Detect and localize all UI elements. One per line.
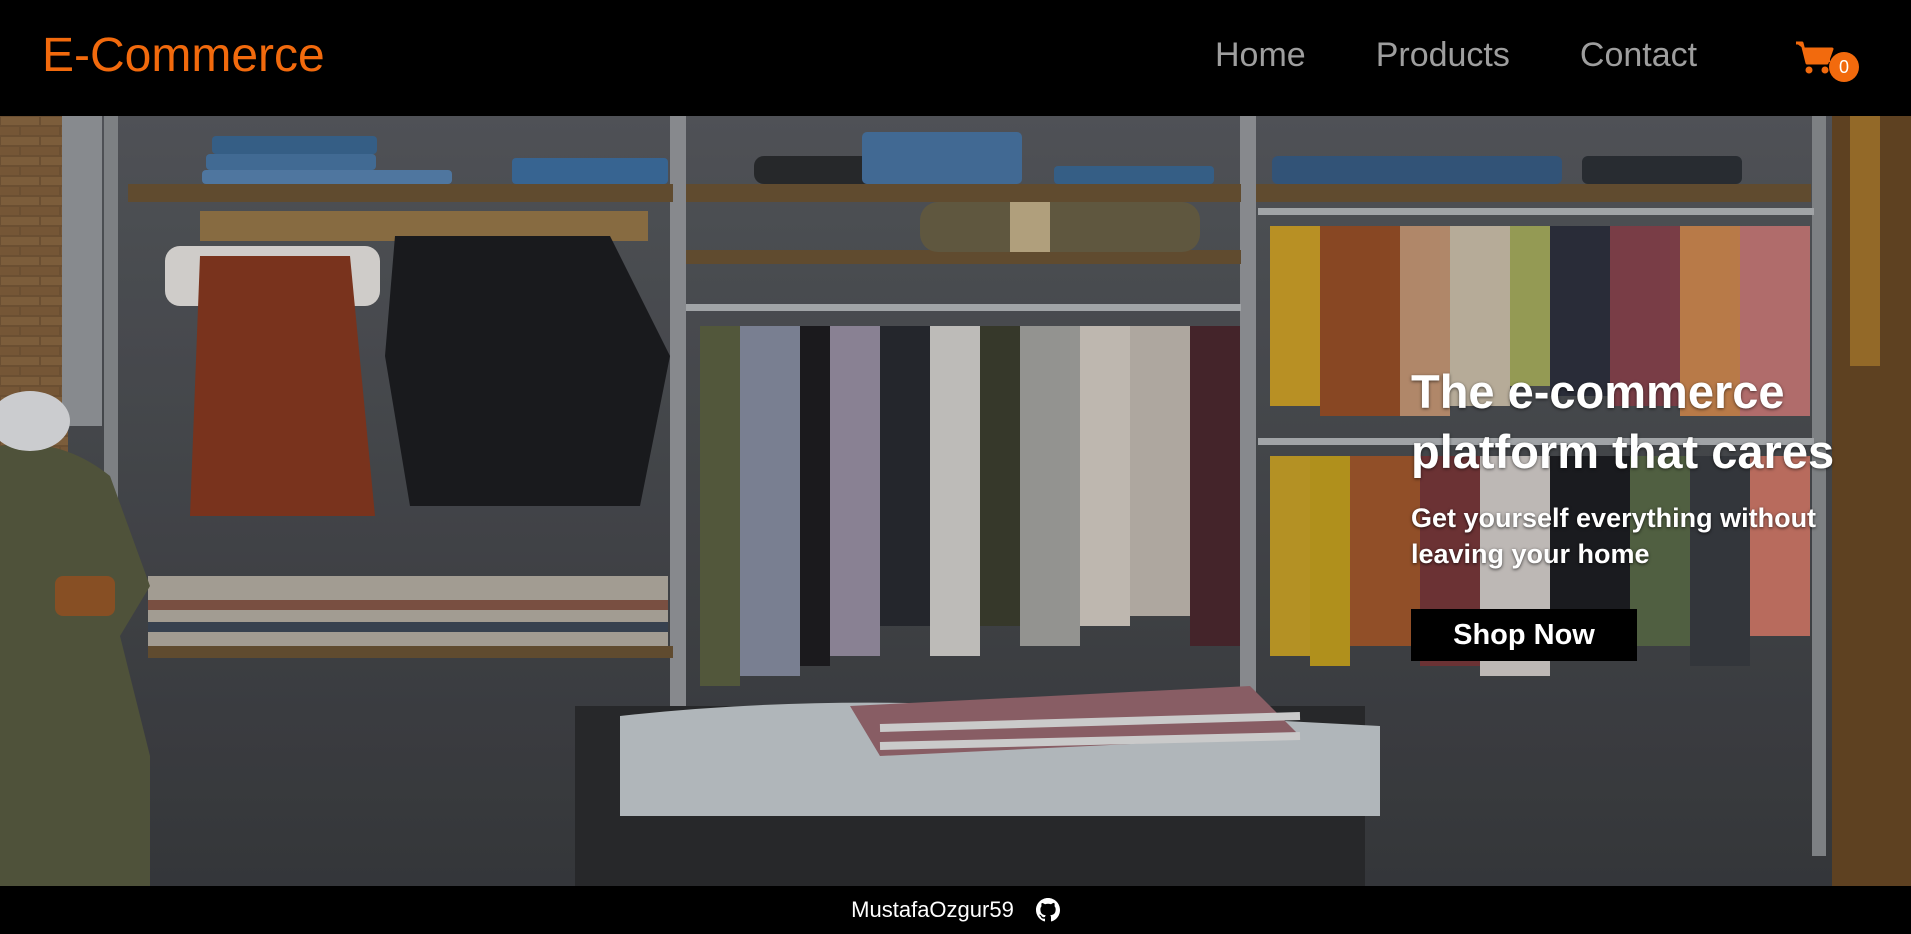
cart-button[interactable]: 0	[1795, 38, 1859, 86]
hero-text-block: The e-commerce platform that cares Get y…	[1411, 362, 1891, 661]
shop-now-button[interactable]: Shop Now	[1411, 609, 1637, 661]
hero-banner: The e-commerce platform that cares Get y…	[0, 116, 1911, 886]
hero-subtitle: Get yourself everything without leaving …	[1411, 503, 1817, 569]
brand-logo[interactable]: E-Commerce	[42, 28, 325, 83]
hero-title-line-1: The e-commerce	[1411, 365, 1785, 418]
footer-author: MustafaOzgur59	[851, 897, 1014, 922]
navbar: E-Commerce Home Products Contact 0	[0, 0, 1911, 116]
hero-title-line-2: platform that cares	[1411, 425, 1835, 478]
github-icon[interactable]	[1035, 898, 1060, 922]
nav-contact-link[interactable]: Contact	[1580, 36, 1697, 75]
nav-products-link[interactable]: Products	[1376, 36, 1510, 75]
nav-home-link[interactable]: Home	[1215, 36, 1306, 75]
footer: MustafaOzgur59	[0, 886, 1911, 934]
cart-count-badge: 0	[1829, 52, 1859, 82]
nav-links: Home Products Contact	[1215, 36, 1767, 75]
hero-title: The e-commerce platform that cares	[1411, 362, 1891, 482]
